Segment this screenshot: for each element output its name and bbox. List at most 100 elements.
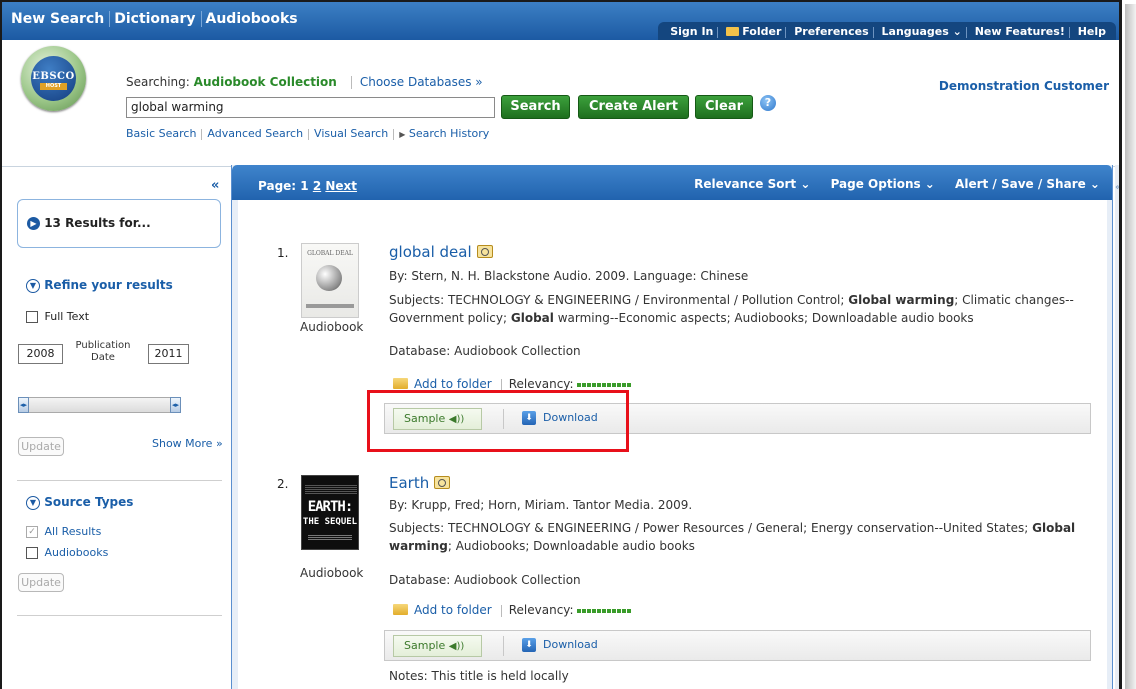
full-text-checkbox[interactable]: [26, 311, 38, 323]
divider: [17, 615, 222, 616]
page-label: Page: 1: [258, 179, 309, 193]
folder-link[interactable]: Folder: [722, 25, 785, 38]
date-from-input[interactable]: 2008: [18, 344, 63, 364]
slider-left-handle[interactable]: ◂▸: [18, 397, 29, 413]
cover-fine-text: [305, 484, 357, 494]
basic-search-link[interactable]: Basic Search: [126, 127, 196, 140]
advanced-search-link[interactable]: Advanced Search: [207, 127, 303, 140]
audiobooks-label: Audiobooks: [44, 546, 109, 559]
result-subjects: Subjects: TECHNOLOGY & ENGINEERING / Pow…: [389, 521, 1076, 553]
next-page-link[interactable]: Next: [325, 179, 357, 193]
right-collapse-rail[interactable]: «: [1115, 165, 1119, 689]
ebsco-host-logo[interactable]: EBSCO HOST: [21, 46, 86, 111]
results-toolbar: Page: 1 2 Next Relevance Sort ⌄ Page Opt…: [232, 165, 1112, 200]
update-button-source[interactable]: Update: [18, 573, 64, 592]
cover-authors: [308, 534, 352, 540]
full-text-filter[interactable]: Full Text: [26, 310, 89, 323]
preview-magnifier-icon[interactable]: [434, 476, 451, 489]
result-title-link[interactable]: Earth: [389, 474, 451, 492]
cover-title-text: GLOBAL DEAL: [307, 250, 353, 257]
top-navigation-bar: New Search Dictionary Audiobooks Sign In F…: [2, 2, 1119, 42]
pagination: Page: 1 2 Next: [258, 179, 357, 193]
result-actions: Add to folder Relevancy:: [393, 603, 632, 617]
folder-icon: [726, 27, 740, 36]
searching-line: Searching: Audiobook Collection Choose Da…: [126, 75, 483, 89]
relevancy-bar: [576, 608, 632, 613]
sample-button[interactable]: Sample ◀)): [393, 635, 482, 657]
media-action-bar: Sample ◀)) ⬇ Download: [384, 630, 1091, 661]
refine-results-heading[interactable]: ▼ Refine your results: [26, 278, 173, 293]
logo-subtext: HOST: [40, 83, 67, 90]
nav-dictionary[interactable]: Dictionary: [114, 11, 195, 27]
utility-nav: Sign In Folder Preferences Languages ⌄ N…: [658, 22, 1116, 42]
result-title-link[interactable]: global deal: [389, 243, 493, 261]
play-circle-icon: ▶: [27, 217, 40, 230]
all-results-filter[interactable]: ✓ All Results: [26, 525, 101, 538]
relevance-sort-menu[interactable]: Relevance Sort ⌄: [694, 177, 810, 191]
folder-icon: [393, 378, 408, 389]
relevancy-bar: [576, 382, 632, 387]
folder-icon: [393, 604, 408, 615]
expand-icon[interactable]: «: [1115, 182, 1119, 193]
add-to-folder-link[interactable]: Add to folder: [414, 603, 492, 617]
format-label: Audiobook: [300, 566, 364, 580]
result-number: 2.: [277, 477, 289, 491]
all-results-checkbox[interactable]: ✓: [26, 526, 38, 538]
divider: [503, 636, 504, 656]
result-cover-image[interactable]: EARTH: THE SEQUEL: [301, 475, 359, 550]
collapse-sidebar-icon[interactable]: «: [211, 178, 219, 193]
result-notes: Notes: This title is held locally: [389, 669, 569, 683]
download-link[interactable]: ⬇ Download: [522, 638, 598, 652]
speaker-icon: ◀)): [448, 641, 465, 652]
clear-button[interactable]: Clear: [695, 95, 753, 119]
show-more-link[interactable]: Show More »: [152, 437, 223, 450]
results-options: Relevance Sort ⌄ Page Options ⌄ Alert / …: [678, 177, 1100, 191]
searching-label: Searching:: [126, 75, 190, 89]
date-range-slider[interactable]: ◂▸ ◂▸: [18, 397, 181, 413]
browser-page: New Search Dictionary Audiobooks Sign In F…: [0, 0, 1122, 689]
result-byline: By: Stern, N. H. Blackstone Audio. 2009.…: [389, 269, 749, 283]
result-byline: By: Krupp, Fred; Horn, Miriam. Tantor Me…: [389, 498, 693, 512]
all-results-label: All Results: [44, 525, 102, 538]
customer-name: Demonstration Customer: [938, 79, 1109, 93]
audiobooks-checkbox[interactable]: [26, 547, 38, 559]
update-button[interactable]: Update: [18, 437, 64, 456]
result-number: 1.: [277, 246, 289, 260]
nav-new-search[interactable]: New Search: [11, 11, 104, 27]
alert-save-share-menu[interactable]: Alert / Save / Share ⌄: [955, 177, 1100, 191]
results-count[interactable]: 13 Results for...: [44, 216, 150, 230]
create-alert-button[interactable]: Create Alert: [578, 95, 689, 119]
chevron-down-icon: ▼: [26, 278, 40, 293]
date-to-input[interactable]: 2011: [148, 344, 189, 364]
download-icon: ⬇: [522, 638, 536, 652]
visual-search-link[interactable]: Visual Search: [314, 127, 388, 140]
chevron-down-icon: ▼: [26, 495, 40, 510]
cover-band: [306, 304, 354, 308]
sign-in-link[interactable]: Sign In: [666, 25, 717, 38]
languages-menu[interactable]: Languages ⌄: [878, 25, 966, 38]
top-nav: New Search Dictionary Audiobooks: [11, 11, 301, 27]
divider: [17, 480, 222, 481]
nav-audiobooks[interactable]: Audiobooks: [206, 11, 298, 27]
result-database: Database: Audiobook Collection: [389, 344, 581, 358]
new-features-link[interactable]: New Features!: [971, 25, 1069, 38]
relevancy-label: Relevancy:: [508, 377, 574, 391]
full-text-label: Full Text: [44, 310, 90, 323]
add-to-folder-link[interactable]: Add to folder: [414, 377, 492, 391]
search-input[interactable]: global warming: [126, 97, 495, 118]
audiobooks-filter[interactable]: Audiobooks: [26, 546, 108, 559]
result-subjects: Subjects: TECHNOLOGY & ENGINEERING / Env…: [389, 293, 1074, 325]
search-button[interactable]: Search: [501, 95, 570, 119]
preferences-link[interactable]: Preferences: [790, 25, 872, 38]
preview-magnifier-icon[interactable]: [476, 245, 493, 258]
page-options-menu[interactable]: Page Options ⌄: [831, 177, 935, 191]
slider-right-handle[interactable]: ◂▸: [170, 397, 181, 413]
result-cover-image[interactable]: GLOBAL DEAL: [301, 243, 359, 318]
source-types-heading[interactable]: ▼ Source Types: [26, 495, 133, 510]
help-link[interactable]: Help: [1074, 25, 1110, 38]
choose-databases-link[interactable]: Choose Databases »: [360, 75, 483, 89]
search-history-link[interactable]: Search History: [409, 127, 489, 140]
page-2-link[interactable]: 2: [313, 179, 321, 193]
database-name: Audiobook Collection: [193, 75, 337, 89]
help-icon[interactable]: ?: [760, 95, 776, 111]
